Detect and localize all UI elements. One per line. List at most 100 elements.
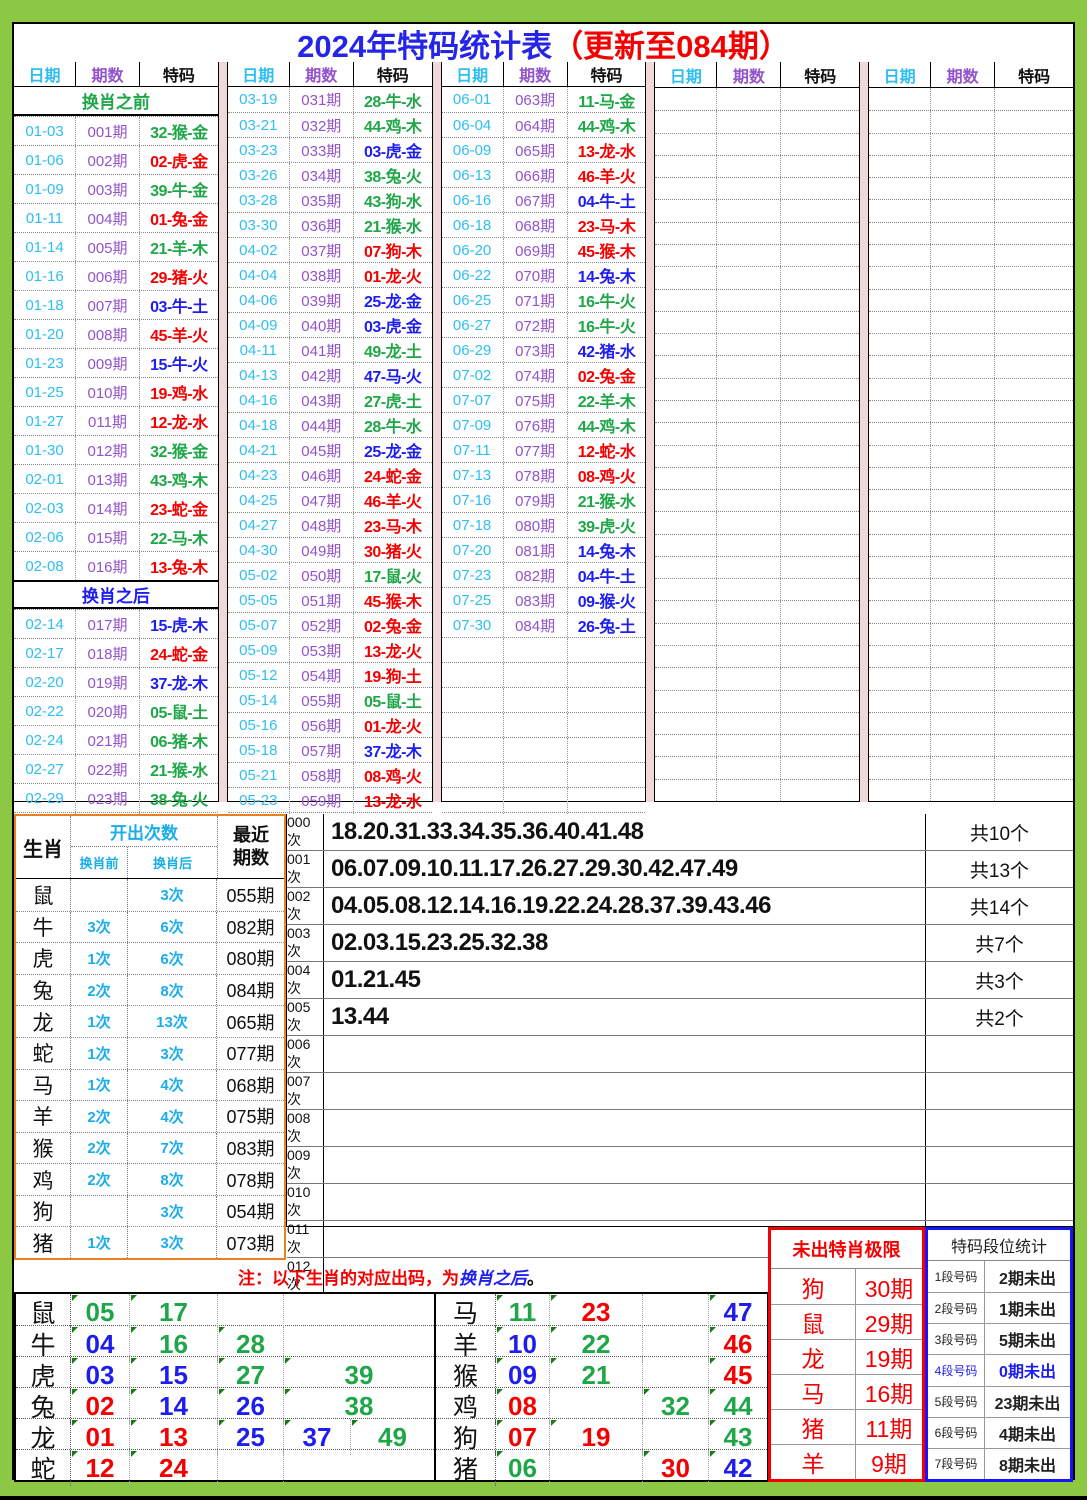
result-row [655, 578, 859, 600]
zodiac-name: 猪 [16, 1227, 71, 1258]
result-row [869, 779, 1073, 801]
frequency-count: 共14个 [926, 888, 1073, 924]
code-header: 特码 [781, 62, 859, 87]
result-period [931, 111, 995, 132]
result-code [781, 379, 859, 400]
result-row [655, 600, 859, 622]
result-period: 057期 [290, 738, 354, 762]
zodiac-number-cell: 17 [130, 1294, 218, 1330]
result-code: 16-牛-火 [568, 313, 646, 337]
result-date [655, 178, 717, 199]
result-period [504, 688, 568, 712]
result-row: 01-09003期39-牛-金 [14, 174, 218, 203]
segment-label: 3段号码 [928, 1324, 985, 1354]
result-period [717, 290, 781, 311]
frequency-numbers: 18.20.31.33.34.35.36.40.41.48 [324, 814, 926, 850]
result-code [995, 312, 1073, 333]
zodiac-number-cell [218, 1294, 284, 1330]
result-code: 44-鸡-木 [354, 113, 432, 137]
result-period [717, 111, 781, 132]
result-code [781, 579, 859, 600]
result-period [931, 735, 995, 756]
result-period [931, 312, 995, 333]
zodiac-name: 鼠 [16, 879, 71, 911]
result-period: 008期 [76, 320, 140, 348]
result-period [931, 401, 995, 422]
result-period: 043期 [290, 388, 354, 412]
page-title: 2024年特码统计表（更新至084期） [14, 24, 1073, 62]
result-period: 047期 [290, 488, 354, 512]
result-row: 04-06039期25-龙-金 [228, 287, 432, 312]
result-period [717, 557, 781, 578]
result-row: 05-21058期08-鸡-火 [228, 762, 432, 787]
result-date: 06-20 [442, 238, 504, 262]
result-row: 04-13042期47-马-火 [228, 362, 432, 387]
result-code [995, 111, 1073, 132]
result-row: 06-16067期04-牛-土 [442, 187, 646, 212]
title-main: 2024年特码统计表 [297, 21, 552, 66]
result-row [655, 556, 859, 578]
result-row: 07-07075期22-羊-木 [442, 387, 646, 412]
result-code: 43-鸡-木 [140, 465, 218, 493]
result-row [655, 177, 859, 199]
frequency-row: 007次 [287, 1072, 1073, 1109]
result-code [781, 601, 859, 622]
result-code: 15-牛-火 [140, 349, 218, 377]
missing-zodiac-row: 狗30期 [771, 1269, 922, 1304]
result-code [995, 156, 1073, 177]
result-column-2: 日期期数特码03-19031期28-牛-水03-21032期44-鸡-木03-2… [228, 62, 432, 802]
zodiac-number-cell [643, 1294, 709, 1330]
zodiac-name: 鸡 [16, 1164, 71, 1195]
count-before: 1次 [71, 1227, 128, 1258]
result-date [869, 401, 931, 422]
missing-zodiac-periods: 11期 [856, 1410, 922, 1444]
zodiac-name: 猴 [16, 1133, 71, 1164]
result-period [717, 757, 781, 778]
missing-zodiac-rows: 狗30期鼠29期龙19期马16期猪11期羊9期 [771, 1269, 922, 1479]
result-row [655, 667, 859, 689]
result-row [869, 88, 1073, 110]
result-period: 019期 [76, 668, 140, 696]
result-period: 036期 [290, 213, 354, 237]
result-date [869, 713, 931, 734]
result-date: 06-04 [442, 113, 504, 137]
result-code [995, 691, 1073, 712]
segment-label: 5段号码 [928, 1387, 985, 1417]
result-row: 06-09065期13-龙-水 [442, 137, 646, 162]
result-rows [869, 88, 1073, 801]
zodiac-stats-rows: 鼠3次055期牛3次6次082期虎1次6次080期兔2次8次084期龙1次13次… [16, 879, 284, 1258]
result-row [655, 690, 859, 712]
segment-stats-rows: 1段号码2期未出2段号码1期未出3段号码5期未出4段号码0期未出5段号码23期未… [928, 1261, 1070, 1479]
zodiac-number-row: 虎03152739 [16, 1356, 434, 1387]
result-code: 23-蛇-金 [140, 494, 218, 522]
frequency-row: 000次18.20.31.33.34.35.36.40.41.48共10个 [287, 814, 1073, 850]
result-row: 03-28035期43-狗-水 [228, 187, 432, 212]
result-code [995, 601, 1073, 622]
frequency-row: 003次02.03.15.23.25.32.38共7个 [287, 924, 1073, 961]
result-code: 17-鼠-火 [354, 563, 432, 587]
recent-period: 080期 [217, 943, 284, 974]
result-period [931, 223, 995, 244]
result-period: 011期 [76, 407, 140, 435]
result-code [995, 624, 1073, 645]
result-period [931, 468, 995, 489]
result-row: 06-04064期44-鸡-木 [442, 112, 646, 137]
result-date [869, 379, 931, 400]
result-period [717, 668, 781, 689]
zodiac-number-cell: 42 [709, 1450, 767, 1486]
result-code: 11-马-金 [568, 87, 646, 112]
result-code: 01-兔-金 [140, 204, 218, 232]
zodiac-name: 猪 [436, 1450, 496, 1486]
result-code: 46-羊-火 [568, 163, 646, 187]
result-date [442, 788, 504, 812]
column-header-row: 日期期数特码 [442, 62, 646, 87]
result-date [655, 535, 717, 556]
missing-zodiac-row: 羊9期 [771, 1444, 922, 1479]
result-date [655, 134, 717, 155]
result-period [504, 738, 568, 762]
result-code [995, 423, 1073, 444]
column-separator [218, 62, 228, 802]
result-period [931, 134, 995, 155]
frequency-row: 009次 [287, 1146, 1073, 1183]
result-date: 04-04 [228, 263, 290, 287]
